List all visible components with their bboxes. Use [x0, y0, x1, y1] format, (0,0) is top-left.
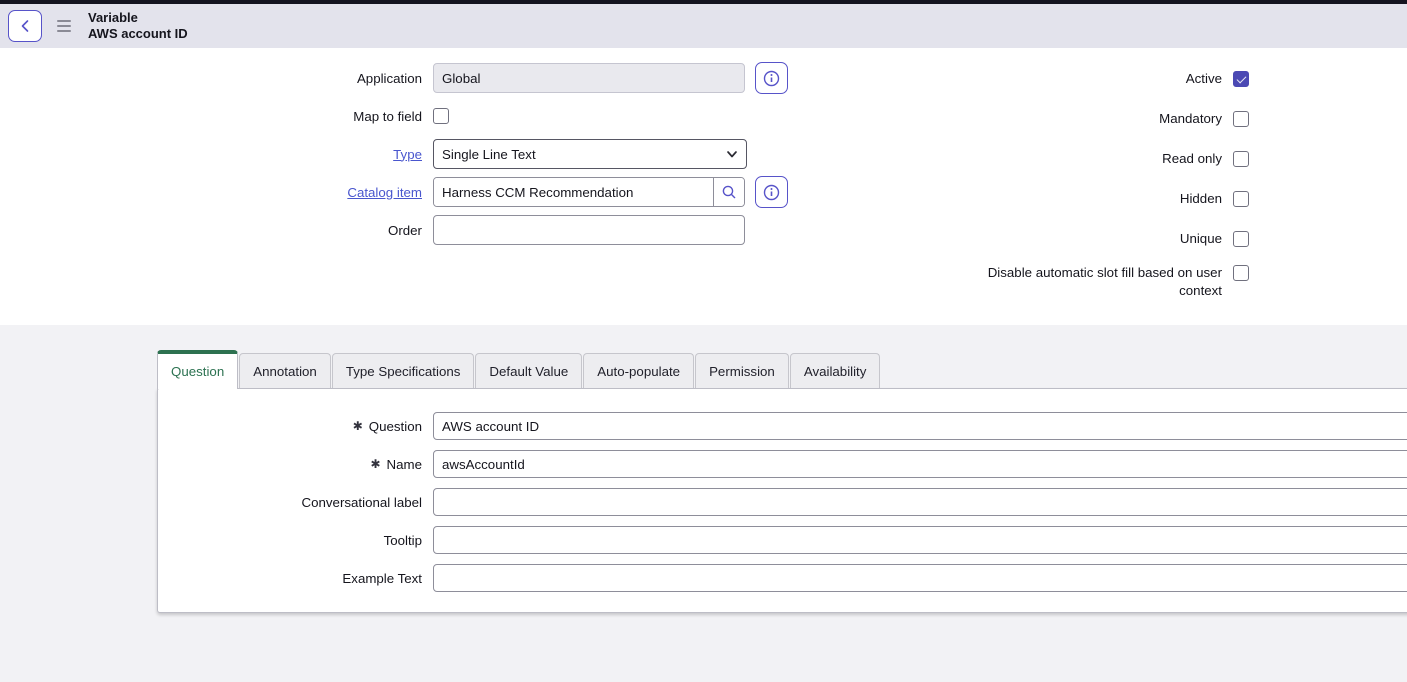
- record-type: Variable: [88, 10, 188, 26]
- application-label: Application: [0, 71, 422, 86]
- hidden-row: Hidden: [972, 184, 1249, 214]
- catalog-item-reference: [433, 177, 745, 207]
- question-label: ✱ Question: [158, 419, 422, 434]
- active-checkbox[interactable]: [1233, 71, 1249, 87]
- catalog-item-input[interactable]: [434, 178, 713, 206]
- conversational-label-label: Conversational label: [158, 495, 422, 510]
- name-label: ✱ Name: [158, 457, 422, 472]
- hidden-label: Hidden: [972, 190, 1222, 208]
- hidden-checkbox[interactable]: [1233, 191, 1249, 207]
- tooltip-input[interactable]: [433, 526, 1407, 554]
- disable-slot-fill-checkbox[interactable]: [1233, 265, 1249, 281]
- tab-annotation[interactable]: Annotation: [239, 353, 331, 388]
- order-input[interactable]: [433, 215, 745, 245]
- tabbed-section: Question Annotation Type Specifications …: [0, 325, 1407, 682]
- info-icon: [763, 184, 780, 201]
- question-input[interactable]: [433, 412, 1407, 440]
- chevron-left-icon: [19, 19, 31, 33]
- tab-strip: Question Annotation Type Specifications …: [157, 325, 1407, 388]
- tab-permission[interactable]: Permission: [695, 353, 789, 388]
- mandatory-icon: ✱: [370, 457, 380, 471]
- info-icon: [763, 70, 780, 87]
- tab-type-specifications[interactable]: Type Specifications: [332, 353, 475, 388]
- order-label: Order: [0, 223, 422, 238]
- application-info-button[interactable]: [755, 62, 788, 94]
- type-label: Type: [0, 147, 422, 162]
- tab-default-value[interactable]: Default Value: [475, 353, 582, 388]
- record-name: AWS account ID: [88, 26, 188, 42]
- unique-checkbox[interactable]: [1233, 231, 1249, 247]
- mandatory-row: Mandatory: [972, 104, 1249, 134]
- tab-auto-populate[interactable]: Auto-populate: [583, 353, 694, 388]
- read-only-checkbox[interactable]: [1233, 151, 1249, 167]
- question-row: ✱ Question: [158, 412, 1407, 440]
- active-row: Active: [972, 64, 1249, 94]
- type-select[interactable]: Single Line Text: [433, 139, 747, 169]
- example-text-input[interactable]: [433, 564, 1407, 592]
- header-bar: Variable AWS account ID: [0, 4, 1407, 48]
- tab-question[interactable]: Question: [157, 350, 238, 389]
- variable-form-page: Variable AWS account ID Application Map …: [0, 0, 1407, 682]
- tooltip-row: Tooltip: [158, 526, 1407, 554]
- page-title: Variable AWS account ID: [88, 10, 188, 42]
- name-row: ✱ Name: [158, 450, 1407, 478]
- type-select-wrap: Single Line Text: [433, 139, 747, 169]
- active-label: Active: [972, 70, 1222, 88]
- flag-checkboxes: Active Mandatory Read only Hidden Unique…: [972, 64, 1249, 310]
- read-only-label: Read only: [972, 150, 1222, 168]
- catalog-item-link[interactable]: Catalog item: [347, 185, 422, 200]
- application-input[interactable]: [433, 63, 745, 93]
- mandatory-checkbox[interactable]: [1233, 111, 1249, 127]
- unique-row: Unique: [972, 224, 1249, 254]
- map-to-field-label: Map to field: [0, 109, 422, 124]
- disable-slot-fill-row: Disable automatic slot fill based on use…: [972, 264, 1249, 300]
- conversational-label-row: Conversational label: [158, 488, 1407, 516]
- back-button[interactable]: [8, 10, 42, 42]
- catalog-item-lookup-button[interactable]: [713, 178, 744, 206]
- example-text-label: Example Text: [158, 571, 422, 586]
- tooltip-label: Tooltip: [158, 533, 422, 548]
- tab-availability[interactable]: Availability: [790, 353, 881, 388]
- search-icon: [721, 184, 737, 200]
- mandatory-icon: ✱: [353, 419, 363, 433]
- type-link[interactable]: Type: [393, 147, 422, 162]
- read-only-row: Read only: [972, 144, 1249, 174]
- question-tab-panel: ✱ Question ✱ Name Conversational label: [157, 388, 1407, 613]
- mandatory-label: Mandatory: [972, 110, 1222, 128]
- unique-label: Unique: [972, 230, 1222, 248]
- disable-slot-fill-label: Disable automatic slot fill based on use…: [972, 264, 1222, 300]
- map-to-field-checkbox[interactable]: [433, 108, 449, 124]
- conversational-label-input[interactable]: [433, 488, 1407, 516]
- catalog-item-info-button[interactable]: [755, 176, 788, 208]
- example-text-row: Example Text: [158, 564, 1407, 592]
- name-input[interactable]: [433, 450, 1407, 478]
- context-menu-icon[interactable]: [52, 14, 76, 38]
- variable-form: Application Map to field Type Single Lin…: [0, 48, 1407, 325]
- catalog-item-label: Catalog item: [0, 185, 422, 200]
